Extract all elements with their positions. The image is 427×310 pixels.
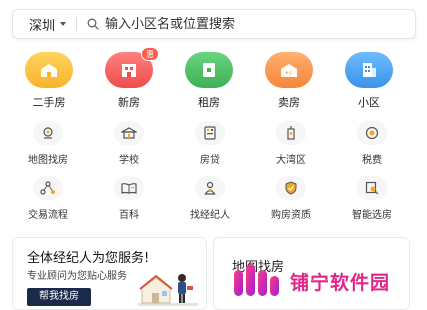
agent-service-card[interactable]: 全体经纪人为您服务! 专业顾问为您贴心服务 帮我找房: [12, 237, 207, 310]
watermark-text: 铺宁软件园: [290, 271, 391, 294]
search-input[interactable]: [105, 16, 386, 32]
card-subtitle: 专业顾问为您贴心服务: [27, 271, 127, 282]
card-title: 全体经纪人为您服务!: [27, 251, 150, 266]
watermark-logo-icon: [234, 264, 279, 296]
new-home-icon: 惠: [105, 47, 159, 88]
nav-tax[interactable]: 税费: [337, 121, 407, 166]
nav-label: 租房: [198, 96, 220, 109]
nav-label: 学校: [119, 155, 139, 166]
search-icon: [85, 16, 101, 32]
nav-label: 新房: [118, 96, 140, 109]
school-icon: [114, 121, 144, 145]
nav-second-hand-home[interactable]: 二手房: [19, 52, 79, 110]
mortgage-icon: [195, 121, 225, 145]
nav-label: 地图找房: [28, 155, 68, 166]
nav-label: 卖房: [278, 96, 300, 109]
encyclopedia-icon: [114, 176, 144, 200]
chevron-down-icon: [60, 22, 67, 26]
search-bar: 深圳: [12, 9, 416, 39]
tax-icon: [357, 121, 387, 145]
sell-home-icon: +/-: [265, 52, 313, 88]
nav-label: 智能选房: [352, 210, 392, 221]
house-illustration: [138, 266, 198, 309]
smart-select-icon: [357, 176, 387, 200]
nav-label: 百科: [119, 210, 139, 221]
divider: [76, 17, 78, 31]
map-search-icon: [33, 121, 63, 145]
nav-label: 房贷: [200, 155, 220, 166]
nav-map-search[interactable]: 地图找房: [13, 121, 83, 166]
nav-label: 大湾区: [276, 155, 306, 166]
nav-label: 小区: [358, 96, 380, 109]
find-agent-icon: [195, 176, 225, 200]
nav-label: 税费: [362, 155, 382, 166]
svg-text:+/-: +/-: [284, 70, 293, 77]
rent-icon: [185, 52, 233, 88]
nav-label: 交易流程: [28, 210, 68, 221]
city-label: 深圳: [29, 18, 56, 34]
watermark: 铺宁软件园: [232, 262, 390, 300]
qualification-icon: [276, 176, 306, 200]
nav-community[interactable]: 小区: [339, 52, 399, 110]
nav-school[interactable]: 学校: [94, 121, 164, 166]
nav-sell-home[interactable]: +/- 卖房: [259, 52, 319, 110]
nav-qualification[interactable]: 购房资质: [256, 176, 326, 221]
nav-find-agent[interactable]: 找经纪人: [175, 176, 245, 221]
nav-smart-select[interactable]: 智能选房: [337, 176, 407, 221]
community-icon: [345, 52, 393, 88]
discount-badge: 惠: [141, 47, 159, 61]
nav-new-home[interactable]: 惠 新房: [99, 47, 159, 110]
greater-bay-icon: [276, 121, 306, 145]
process-icon: [33, 176, 63, 200]
primary-nav: 二手房 惠 新房 租房 +/- 卖房 小区: [0, 47, 427, 112]
nav-process[interactable]: 交易流程: [13, 176, 83, 221]
find-home-button[interactable]: 帮我找房: [27, 288, 91, 306]
nav-encyclopedia[interactable]: 百科: [94, 176, 164, 221]
nav-label: 购房资质: [271, 210, 311, 221]
nav-rent[interactable]: 租房: [179, 52, 239, 110]
nav-label: 二手房: [32, 96, 66, 109]
nav-label: 找经纪人: [190, 210, 230, 221]
nav-mortgage[interactable]: 房贷: [175, 121, 245, 166]
city-selector[interactable]: 深圳: [13, 15, 76, 34]
nav-greater-bay[interactable]: 大湾区: [256, 121, 326, 166]
second-hand-home-icon: [25, 52, 73, 88]
